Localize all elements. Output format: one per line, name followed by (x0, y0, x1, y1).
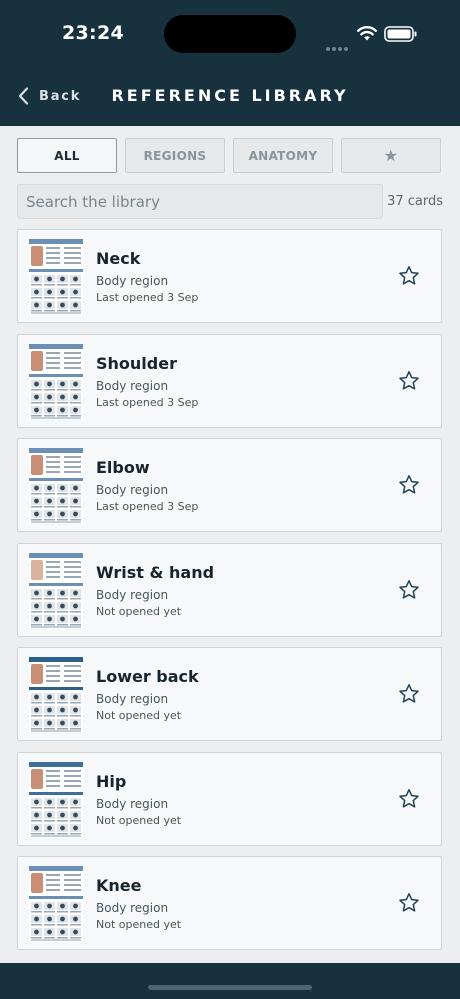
home-indicator[interactable] (148, 985, 312, 990)
card-item[interactable]: Hip Body region Not opened yet (17, 751, 442, 846)
star-icon[interactable] (398, 579, 420, 601)
card-type: Body region (96, 692, 169, 706)
card-thumbnail (29, 343, 83, 420)
card-type: Body region (96, 796, 169, 811)
search-input[interactable] (17, 184, 383, 219)
card-status: Not opened yet (96, 813, 182, 827)
card-item[interactable]: Lower back Body region Not opened yet (17, 647, 442, 741)
card-type: Body region (96, 274, 169, 288)
card-status: Last opened 3 Sep (96, 395, 199, 409)
card-thumbnail (29, 552, 83, 629)
card-thumbnail (29, 239, 83, 315)
card-thumbnail (29, 657, 83, 733)
card-item[interactable]: Knee Body region Not opened yet (17, 856, 442, 950)
card-type: Body region (96, 483, 169, 497)
card-name: Wrist & hand (96, 562, 215, 582)
bottom-bar (0, 963, 460, 999)
card-name: Shoulder (96, 353, 177, 373)
app-header: 23:24 Back REFERENCE LIBRARY (0, 0, 460, 126)
star-icon[interactable] (398, 370, 420, 392)
star-icon[interactable] (398, 474, 420, 496)
signal-icon (326, 36, 352, 51)
card-type: Body region (96, 378, 169, 393)
page-title: REFERENCE LIBRARY (111, 86, 349, 105)
card-type: Body region (96, 587, 169, 602)
card-thumbnail (29, 761, 83, 838)
star-icon[interactable] (398, 788, 420, 810)
wifi-icon (357, 26, 377, 41)
card-type: Body region (96, 901, 169, 915)
tab-anatomy[interactable]: ANATOMY (233, 138, 333, 173)
filter-tabs: ALL REGIONS ANATOMY ★ (17, 138, 443, 173)
card-item[interactable]: Shoulder Body region Last opened 3 Sep (17, 333, 442, 428)
card-name: Lower back (96, 667, 199, 686)
status-time: 23:24 (62, 22, 124, 44)
card-name: Neck (96, 249, 141, 268)
card-thumbnail (29, 866, 83, 942)
card-status: Last opened 3 Sep (96, 291, 199, 304)
card-thumbnail (29, 448, 83, 524)
star-icon[interactable] (398, 265, 420, 287)
star-icon[interactable] (398, 683, 420, 705)
card-name: Hip (96, 771, 127, 791)
star-icon[interactable] (398, 892, 420, 914)
battery-icon (384, 26, 417, 42)
tab-favorites[interactable]: ★ (341, 138, 441, 173)
card-status: Not opened yet (96, 918, 182, 931)
card-status: Last opened 3 Sep (96, 500, 199, 513)
card-count: 37 cards (387, 194, 443, 209)
tab-regions[interactable]: REGIONS (125, 138, 225, 173)
tab-all[interactable]: ALL (17, 138, 117, 173)
card-item[interactable]: Neck Body region Last opened 3 Sep (17, 229, 442, 323)
card-item[interactable]: Elbow Body region Last opened 3 Sep (17, 438, 442, 532)
card-status: Not opened yet (96, 709, 182, 722)
card-name: Knee (96, 876, 142, 895)
card-name: Elbow (96, 458, 150, 477)
card-item[interactable]: Wrist & hand Body region Not opened yet (17, 542, 442, 637)
dynamic-island (164, 15, 296, 53)
card-status: Not opened yet (96, 604, 182, 618)
